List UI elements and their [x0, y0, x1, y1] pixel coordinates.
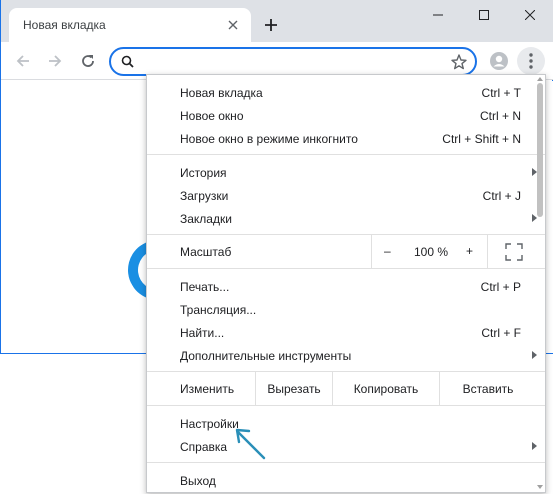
zoom-row: Масштаб – 100 % +: [147, 235, 545, 268]
menu-item-help[interactable]: Справка: [147, 435, 537, 458]
zoom-in-button[interactable]: +: [466, 244, 473, 258]
menu-separator: [147, 268, 545, 269]
title-bar: Новая вкладка: [1, 0, 553, 42]
menu-scrollbar[interactable]: [536, 77, 544, 489]
scroll-down-icon[interactable]: [537, 485, 543, 489]
menu-item-cast[interactable]: Трансляция...: [147, 298, 535, 321]
scroll-up-icon[interactable]: [537, 77, 543, 81]
menu-item-exit[interactable]: Выход: [147, 469, 535, 492]
zoom-label: Масштаб: [180, 245, 232, 259]
menu-item-history[interactable]: История: [147, 161, 537, 184]
bookmark-star-icon[interactable]: [450, 53, 468, 71]
menu-item-bookmarks[interactable]: Закладки: [147, 207, 537, 230]
minimize-button[interactable]: [415, 0, 461, 30]
annotation-arrow-icon: [235, 428, 266, 460]
tab-new-tab[interactable]: Новая вкладка: [9, 8, 251, 42]
close-tab-icon[interactable]: [223, 15, 243, 35]
edit-row: Изменить Вырезать Копировать Вставить: [147, 372, 545, 405]
edit-label: Изменить: [180, 382, 235, 396]
menu-item-find[interactable]: Найти... Ctrl + F: [147, 321, 535, 344]
menu-separator: [147, 154, 545, 155]
profile-avatar-icon[interactable]: [487, 49, 511, 73]
zoom-out-button[interactable]: –: [384, 244, 391, 258]
paste-button[interactable]: Вставить: [439, 372, 536, 405]
search-icon: [120, 54, 136, 70]
new-tab-button[interactable]: [259, 13, 283, 37]
cut-button[interactable]: Вырезать: [255, 372, 332, 405]
copy-button[interactable]: Копировать: [332, 372, 439, 405]
menu-item-incognito[interactable]: Новое окно в режиме инкогнито Ctrl + Shi…: [147, 127, 535, 150]
menu-item-new-window[interactable]: Новое окно Ctrl + N: [147, 104, 535, 127]
forward-icon[interactable]: [43, 49, 67, 73]
menu-item-more-tools[interactable]: Дополнительные инструменты: [147, 344, 537, 367]
tab-title: Новая вкладка: [23, 18, 106, 32]
main-menu-button[interactable]: [517, 47, 545, 75]
back-icon[interactable]: [11, 49, 35, 73]
menu-separator: [147, 462, 545, 463]
address-bar[interactable]: [109, 47, 477, 76]
fullscreen-icon[interactable]: [504, 242, 524, 262]
menu-separator: [147, 405, 545, 406]
reload-icon[interactable]: [76, 49, 100, 73]
menu-item-new-tab[interactable]: Новая вкладка Ctrl + T: [147, 81, 535, 104]
menu-item-print[interactable]: Печать... Ctrl + P: [147, 275, 535, 298]
zoom-level: 100 %: [414, 245, 449, 259]
menu-item-downloads[interactable]: Загрузки Ctrl + J: [147, 184, 535, 207]
maximize-button[interactable]: [461, 0, 507, 30]
close-window-button[interactable]: [507, 0, 553, 30]
zoom-controls: – 100 % +: [371, 235, 488, 268]
scroll-thumb[interactable]: [537, 83, 543, 217]
menu-item-settings[interactable]: Настройки: [147, 412, 535, 435]
chrome-main-menu: Новая вкладка Ctrl + T Новое окно Ctrl +…: [146, 74, 546, 493]
